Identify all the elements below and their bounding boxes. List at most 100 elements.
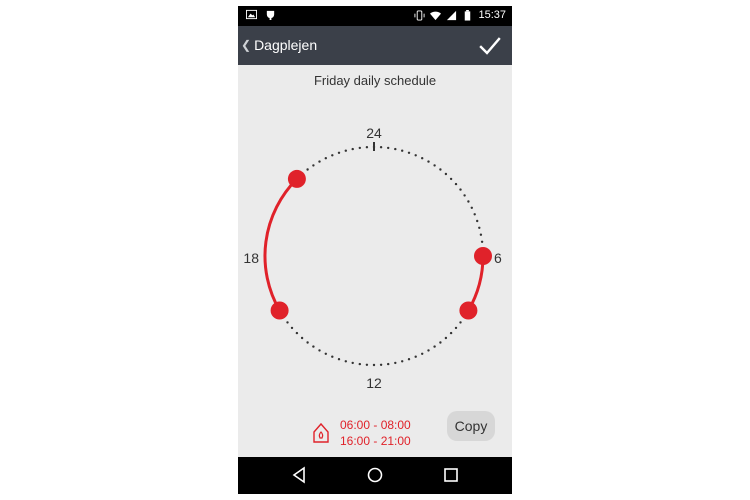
dial-dot <box>318 349 321 352</box>
dial-dot <box>433 345 436 348</box>
dial-dot <box>454 326 458 330</box>
dial-dot <box>387 362 390 366</box>
image-notification-icon <box>246 9 257 20</box>
dial-dot <box>306 341 309 344</box>
dial-dot <box>379 146 383 149</box>
summary-line-1: 06:00 - 08:00 <box>340 418 411 432</box>
dial-dot <box>427 160 430 163</box>
dial-dot <box>401 149 404 152</box>
phone-screen: 15:37 ❮ Dagplejen Friday daily schedule … <box>238 6 512 494</box>
cell-signal-icon <box>447 10 457 21</box>
hour-label-right: 6 <box>494 250 502 266</box>
dial-dot <box>358 146 361 150</box>
dial-dot <box>444 336 448 340</box>
vibrate-icon <box>414 10 426 21</box>
schedule-content: Friday daily schedule 24 6 12 18 06:00 -… <box>238 65 512 463</box>
wifi-icon <box>430 11 442 21</box>
chevron-left-icon: ❮ <box>241 38 252 52</box>
dial-dot <box>365 363 369 366</box>
recents-square-icon[interactable] <box>442 466 460 484</box>
dial-dot <box>407 151 411 154</box>
dial-dot <box>421 157 424 160</box>
period-2-start-handle[interactable] <box>270 301 289 320</box>
dial-dot <box>351 147 354 151</box>
period-2-end-handle[interactable] <box>287 169 306 188</box>
toolbar: ❮ Dagplejen <box>238 26 512 65</box>
dial-dot <box>394 361 397 365</box>
dial-dotted-ring <box>278 145 485 367</box>
status-left-icons <box>246 9 276 20</box>
status-bar: 15:37 <box>238 6 512 26</box>
dial-handles[interactable] <box>270 169 492 320</box>
dial-dot <box>286 321 289 324</box>
dial-dot <box>478 226 481 229</box>
battery-icon <box>465 10 471 21</box>
checkmark-icon[interactable] <box>478 34 502 58</box>
dial-dot <box>459 188 462 191</box>
dial-dot <box>459 321 462 324</box>
dial-dot <box>331 154 334 157</box>
dial-dot <box>295 331 299 335</box>
dial-dot <box>379 363 383 366</box>
dial-dot <box>312 345 315 348</box>
dial-dot <box>479 233 483 236</box>
period-1-end-handle[interactable] <box>459 301 478 320</box>
dial-dot <box>372 363 376 367</box>
dial-dot <box>394 147 397 151</box>
period-1-start-handle[interactable] <box>474 247 492 265</box>
back-triangle-icon[interactable] <box>290 466 308 484</box>
schedule-dial[interactable]: 24 6 12 18 <box>238 65 512 463</box>
dial-dot <box>401 360 404 363</box>
dial-dot <box>365 146 369 149</box>
home-icon <box>313 422 329 443</box>
dial-dot <box>444 172 448 176</box>
back-button[interactable]: ❮ Dagplejen <box>241 35 317 55</box>
dial-dot <box>387 146 390 150</box>
toolbar-title: Dagplejen <box>254 37 318 53</box>
dial-dot <box>480 240 484 243</box>
dial-dot <box>439 168 442 171</box>
dial-dot <box>337 151 341 154</box>
dial-dot <box>306 168 309 171</box>
dial-dot <box>358 362 361 366</box>
dial-dot <box>324 157 327 160</box>
dial-dot <box>467 200 470 203</box>
hour-label-top: 24 <box>366 125 382 141</box>
dial-dot <box>414 355 417 358</box>
dial-dot <box>473 213 476 216</box>
dial-dot <box>449 331 453 335</box>
status-time: 15:37 <box>478 9 506 21</box>
dial-dot <box>290 326 294 330</box>
dial-dot <box>318 160 321 163</box>
dial-dot <box>439 341 442 344</box>
summary-line-2: 16:00 - 21:00 <box>340 434 411 448</box>
dial-period-arcs <box>263 177 485 312</box>
copy-button[interactable]: Copy <box>447 411 495 441</box>
dial-dot <box>407 358 411 361</box>
android-debug-icon <box>266 10 275 20</box>
dial-dot <box>331 355 334 358</box>
dial-dot <box>463 194 466 197</box>
schedule-summary: 06:00 - 08:00 16:00 - 21:00 <box>340 417 411 449</box>
dial-dot <box>421 352 424 355</box>
dial-dot <box>476 219 479 223</box>
dial-dot <box>324 352 327 355</box>
dial-dot <box>344 360 347 363</box>
dial-dot <box>470 206 473 209</box>
dial-dot <box>454 182 458 186</box>
dial-dot <box>300 336 304 340</box>
dial-dot <box>344 149 347 152</box>
dial-dot <box>337 358 341 361</box>
dial-dot <box>312 164 315 167</box>
navigation-bar <box>238 457 512 494</box>
hour-label-bottom: 12 <box>366 375 382 391</box>
period-arc-2 <box>263 177 298 312</box>
status-right-icons: 15:37 <box>414 9 506 22</box>
home-circle-icon[interactable] <box>366 466 384 484</box>
dial-dot <box>433 164 436 167</box>
dial-dot <box>449 177 453 181</box>
dial-dot <box>351 361 354 365</box>
dial-dot <box>427 349 430 352</box>
hour-label-left: 18 <box>243 250 259 266</box>
dial-dot <box>414 154 417 157</box>
